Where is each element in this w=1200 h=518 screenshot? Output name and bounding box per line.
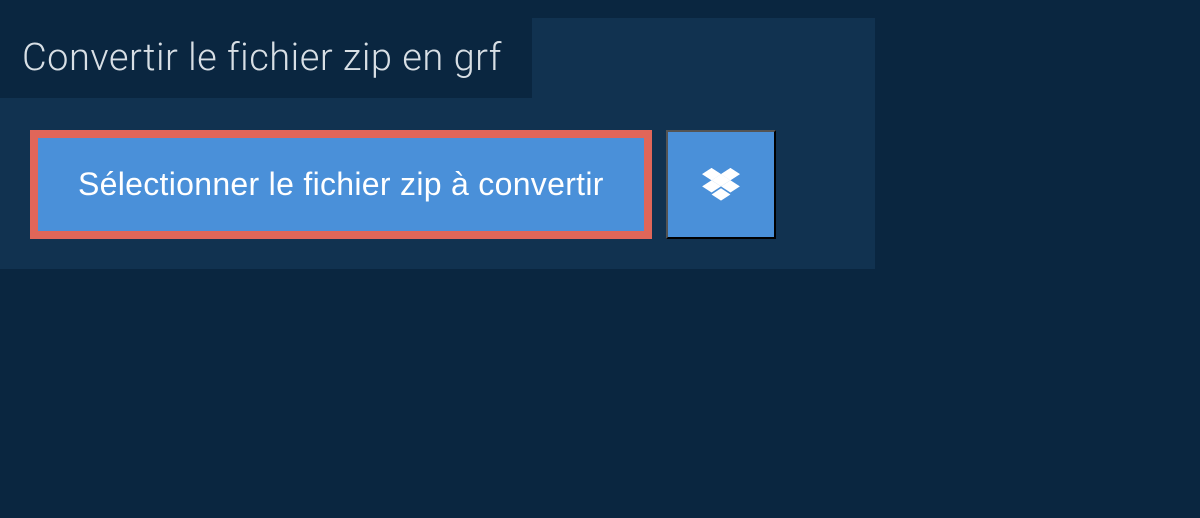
button-row: Sélectionner le fichier zip à convertir: [30, 130, 875, 239]
select-file-label: Sélectionner le fichier zip à convertir: [78, 166, 604, 203]
converter-panel: Convertir le fichier zip en grf Sélectio…: [0, 18, 875, 269]
dropbox-button[interactable]: [666, 130, 776, 239]
page-title: Convertir le fichier zip en grf: [22, 36, 502, 80]
dropbox-icon: [702, 168, 740, 202]
header-tab: Convertir le fichier zip en grf: [0, 18, 532, 98]
select-file-button[interactable]: Sélectionner le fichier zip à convertir: [30, 130, 652, 239]
